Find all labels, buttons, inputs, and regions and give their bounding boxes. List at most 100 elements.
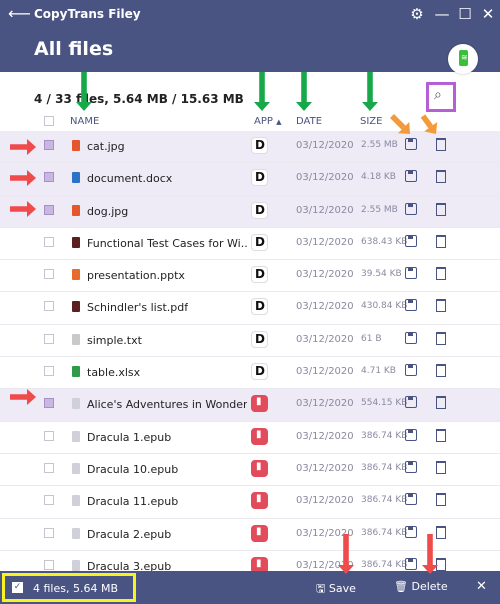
green-arrow-size [362,72,378,111]
green-arrow-app [254,72,270,111]
file-row[interactable]: Functional Test Cases for Wi... 03/12/202… [0,228,500,261]
save-file-icon[interactable] [405,170,417,183]
file-date: 03/12/2020 [296,333,354,345]
row-checkbox[interactable] [44,462,54,473]
save-file-icon[interactable] [405,396,417,409]
delete-file-icon[interactable] [436,493,446,507]
row-checkbox[interactable] [44,269,54,280]
delete-file-icon[interactable] [436,170,446,184]
file-row[interactable]: document.docx 03/12/2020 4.18 KB [0,163,500,196]
device-button[interactable]: ≋ [448,44,478,74]
delete-file-icon[interactable] [436,428,446,442]
epub-file-icon [72,495,80,507]
row-checkbox[interactable] [44,301,54,312]
file-row[interactable]: Dracula 10.epub 03/12/2020 386.74 KB [0,454,500,487]
save-file-icon[interactable] [405,428,417,441]
delete-file-icon[interactable] [436,299,446,313]
save-button[interactable]: 🖫 Save [316,580,356,599]
file-size: 61 B [361,333,382,344]
books-app-icon [251,492,268,510]
file-row[interactable]: Dracula 11.epub 03/12/2020 386.74 KB [0,486,500,519]
save-file-icon[interactable] [405,460,417,473]
delete-file-icon[interactable] [436,364,446,378]
delete-file-icon[interactable] [436,138,446,151]
file-row[interactable]: table.xlsx 03/12/2020 4.71 KB [0,357,500,390]
file-row[interactable]: simple.txt 03/12/2020 61 B [0,325,500,358]
save-file-icon[interactable] [405,138,417,150]
file-row[interactable]: Dracula 2.epub 03/12/2020 386.74 KB [0,519,500,551]
file-name: table.xlsx [87,366,141,380]
settings-gear-icon[interactable]: ⚙ [407,5,427,23]
row-checkbox[interactable] [44,527,54,538]
save-file-icon[interactable] [405,493,417,506]
trash-icon: 🗑 [394,580,408,593]
column-header-date[interactable]: DATE [296,116,322,127]
documents-app-icon [251,298,268,316]
delete-file-icon[interactable] [436,525,446,539]
save-file-icon[interactable] [405,525,417,538]
delete-file-icon[interactable] [436,267,446,281]
file-row[interactable]: dog.jpg 03/12/2020 2.55 MB [0,195,500,228]
minimize-button[interactable]: — [432,5,452,23]
save-file-icon[interactable] [405,267,417,280]
column-header-size[interactable]: SIZE [360,116,382,127]
app-title: CopyTrans Filey [34,7,141,21]
maximize-button[interactable]: ☐ [455,5,475,23]
documents-app-icon [251,330,268,348]
file-row[interactable]: Schindler's list.pdf 03/12/2020 430.84 KB [0,292,500,325]
save-file-icon[interactable] [405,202,417,215]
file-date: 03/12/2020 [296,495,354,507]
delete-file-icon[interactable] [436,234,446,248]
save-file-icon[interactable] [405,557,417,570]
pdf-file-icon [72,301,80,313]
row-checkbox[interactable] [44,140,54,150]
file-size: 39.54 KB [361,269,402,280]
jpg-file-icon [72,140,80,151]
search-icon: ⌕ [434,87,442,103]
row-checkbox[interactable] [44,430,54,441]
close-window-button[interactable]: ✕ [478,5,498,23]
file-row[interactable]: cat.jpg 03/12/2020 2.55 MB [0,131,500,164]
back-arrow-icon[interactable]: ⟵ [8,4,31,24]
delete-button[interactable]: 🗑 Delete [394,580,448,593]
delete-file-icon[interactable] [436,460,446,474]
documents-app-icon [251,363,268,381]
delete-file-icon[interactable] [436,202,446,216]
row-checkbox[interactable] [44,559,54,570]
file-size: 386.74 KB [361,559,408,570]
row-checkbox[interactable] [44,204,54,215]
pptx-file-icon [72,269,80,281]
docx-file-icon [72,172,80,184]
column-header-app[interactable]: APP ▲ [254,116,281,127]
save-file-icon[interactable] [405,364,417,377]
file-size: 2.55 MB [361,140,398,150]
row-checkbox[interactable] [44,495,54,506]
column-header-name[interactable]: NAME [70,116,99,127]
selection-text: 4 files, 5.64 MB [33,582,118,595]
sort-asc-icon: ▲ [276,118,282,126]
search-button[interactable]: ⌕ [426,82,456,112]
file-date: 03/12/2020 [296,366,354,378]
save-file-icon[interactable] [405,299,417,312]
row-checkbox[interactable] [44,366,54,377]
selection-summary[interactable]: ✓ 4 files, 5.64 MB [2,573,136,602]
row-checkbox[interactable] [44,398,54,409]
delete-file-icon[interactable] [436,396,446,410]
save-file-icon[interactable] [405,331,417,344]
row-checkbox[interactable] [44,333,54,344]
green-arrow-date [296,72,312,111]
select-all-checkbox[interactable] [44,116,54,126]
row-checkbox[interactable] [44,236,54,247]
save-file-icon[interactable] [405,234,417,247]
file-date: 03/12/2020 [296,462,354,474]
close-footer-icon[interactable]: ✕ [476,579,487,594]
epub-file-icon [72,559,80,571]
file-row[interactable]: Dracula 1.epub 03/12/2020 386.74 KB [0,422,500,454]
file-row[interactable]: Alice's Adventures in Wonder... 03/12/202… [0,389,500,422]
delete-file-icon[interactable] [436,557,446,571]
file-row[interactable]: presentation.pptx 03/12/2020 39.54 KB [0,260,500,293]
delete-file-icon[interactable] [436,331,446,345]
file-name: Functional Test Cases for Wi... [87,236,247,250]
file-date: 03/12/2020 [296,269,354,281]
row-checkbox[interactable] [44,172,54,183]
